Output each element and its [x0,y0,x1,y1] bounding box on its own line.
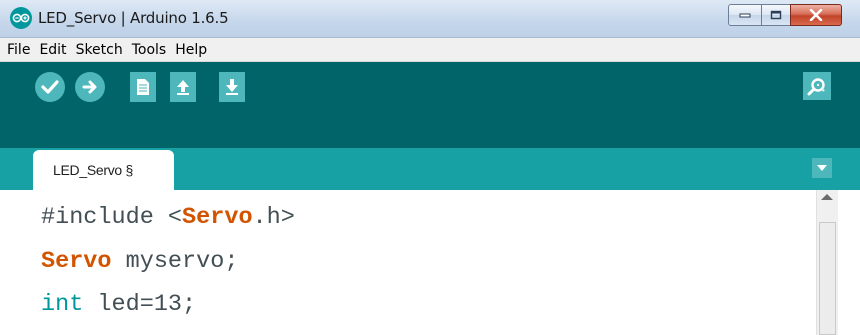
minimize-button[interactable] [728,4,762,26]
verify-button[interactable] [35,72,65,102]
scroll-up-icon[interactable] [821,194,833,200]
arrow-down-icon [226,79,238,95]
triangle-down-icon [817,165,827,171]
arrow-right-icon [82,80,97,94]
title-bar: LED_Servo | Arduino 1.6.5 [0,0,860,38]
new-button[interactable] [130,72,156,102]
tab-menu-button[interactable] [812,158,832,178]
close-button[interactable] [790,4,842,26]
vertical-scrollbar[interactable] [816,190,838,335]
scroll-thumb[interactable] [819,222,836,335]
maximize-icon [770,10,782,20]
maximize-button[interactable] [761,4,791,26]
menu-file[interactable]: File [7,42,30,58]
menu-help[interactable]: Help [175,42,207,58]
tab-label: LED_Servo § [53,162,133,178]
menu-edit[interactable]: Edit [39,42,66,58]
document-icon [137,79,149,95]
code-token-type: int [41,291,84,318]
code-line: Servo myservo; [41,248,238,275]
menu-tools[interactable]: Tools [132,42,167,58]
close-icon [809,9,823,21]
arduino-ide-window: LED_Servo | Arduino 1.6.5 File Edit Sket… [0,0,860,335]
code-token: #include < [41,204,183,231]
magnifier-icon [807,78,825,96]
code-token: .h> [252,204,295,231]
code-token-class: Servo [41,248,112,275]
code-token: led=13; [83,291,197,318]
code-token-class: Servo [182,204,253,231]
tab-led-servo[interactable]: LED_Servo § [33,150,174,190]
code-token: myservo; [111,248,239,275]
arrow-up-icon [177,80,189,95]
code-line: int led=13; [41,291,196,318]
save-button[interactable] [219,72,245,102]
upload-button[interactable] [75,72,105,102]
toolbar [0,62,860,148]
code-line: #include <Servo.h> [41,204,295,231]
arduino-logo-icon [10,7,32,29]
open-button[interactable] [170,72,196,102]
check-icon [41,80,59,94]
menu-sketch[interactable]: Sketch [76,42,123,58]
code-editor[interactable]: #include <Servo.h> Servo myservo; int le… [0,190,816,335]
minimize-icon [739,13,751,18]
window-title: LED_Servo | Arduino 1.6.5 [38,9,229,27]
serial-monitor-button[interactable] [803,72,831,100]
menu-bar: File Edit Sketch Tools Help [0,38,860,62]
